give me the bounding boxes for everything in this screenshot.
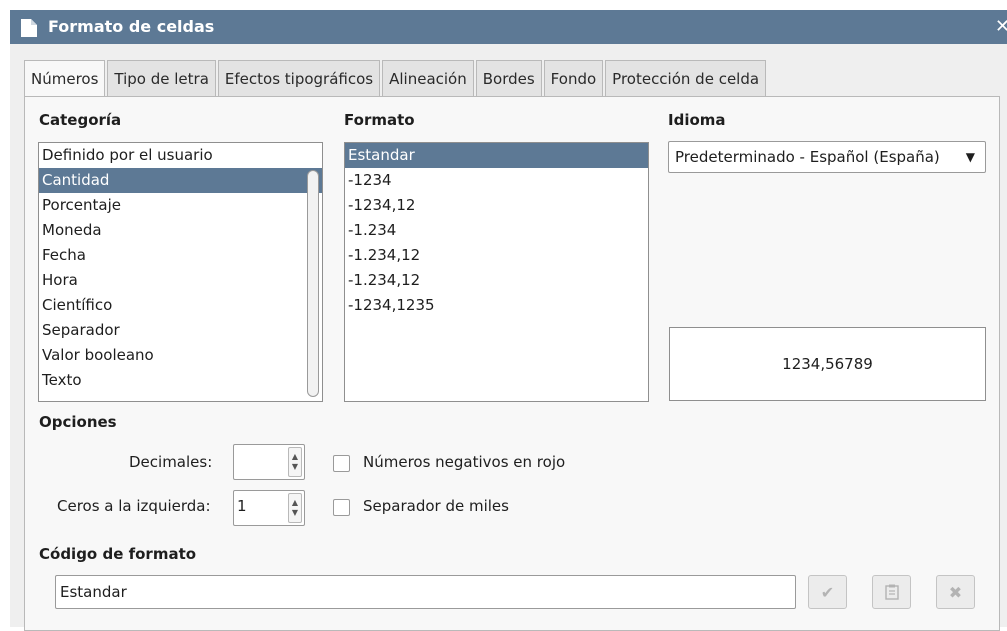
list-item-selected[interactable]: Cantidad — [39, 168, 322, 193]
spin-up-icon[interactable]: ▲ — [292, 498, 298, 508]
preview-value: 1234,56789 — [782, 355, 873, 373]
list-item[interactable]: Fecha — [39, 243, 322, 268]
list-item[interactable]: -1234 — [345, 168, 648, 193]
negative-red-checkbox[interactable] — [333, 455, 350, 472]
list-item[interactable]: Porcentaje — [39, 193, 322, 218]
leading-zeros-value: 1 — [237, 497, 247, 515]
spin-up-icon[interactable]: ▲ — [292, 452, 298, 462]
category-items: Definido por el usuario Cantidad Porcent… — [39, 143, 322, 393]
list-item[interactable]: -1234,1235 — [345, 293, 648, 318]
dialog-body: Números Tipo de letra Efectos tipográfic… — [10, 44, 1007, 631]
format-preview: 1234,56789 — [669, 327, 986, 401]
list-item[interactable]: -1234,12 — [345, 193, 648, 218]
list-item[interactable]: Definido por el usuario — [39, 143, 322, 168]
tab-numeros[interactable]: Números — [24, 60, 106, 97]
checkmark-icon: ✔ — [820, 582, 835, 602]
list-item[interactable]: Moneda — [39, 218, 322, 243]
close-icon[interactable]: ✕ — [995, 16, 1007, 38]
tab-tipo-de-letra[interactable]: Tipo de letra — [107, 60, 216, 96]
clipboard-icon — [884, 584, 899, 600]
list-item-selected[interactable]: Estandar — [345, 143, 648, 168]
tab-fondo[interactable]: Fondo — [543, 60, 604, 96]
window-title: Formato de celdas — [48, 17, 215, 36]
thousands-separator-checkbox[interactable] — [333, 499, 350, 516]
list-item[interactable]: Texto — [39, 368, 322, 393]
delete-x-icon: ✖ — [948, 582, 963, 602]
list-item[interactable]: -1.234,12 — [345, 243, 648, 268]
category-heading: Categoría — [39, 111, 122, 129]
category-scrollbar[interactable] — [307, 146, 319, 398]
scroll-thumb[interactable] — [307, 170, 319, 397]
tab-alineacion[interactable]: Alineación — [382, 60, 474, 96]
tab-efectos-tipograficos[interactable]: Efectos tipográficos — [217, 60, 381, 96]
document-icon — [21, 19, 37, 37]
leading-zeros-label: Ceros a la izquierda: — [57, 497, 211, 515]
language-heading: Idioma — [668, 111, 726, 129]
apply-format-button[interactable]: ✔ — [808, 575, 847, 609]
tab-bar: Números Tipo de letra Efectos tipográfic… — [24, 60, 768, 97]
tab-proteccion-de-celda[interactable]: Protección de celda — [605, 60, 767, 96]
leading-zeros-stepper[interactable]: 1 ▲ ▼ — [233, 490, 305, 526]
add-comment-button[interactable] — [872, 575, 911, 609]
list-item[interactable]: -1.234 — [345, 218, 648, 243]
format-code-input[interactable]: Estandar — [55, 575, 796, 609]
list-item[interactable]: Valor booleano — [39, 343, 322, 368]
list-item[interactable]: Hora — [39, 268, 322, 293]
language-select[interactable]: Predeterminado - Español (España) ▼ — [668, 141, 986, 173]
thousands-separator-label: Separador de miles — [363, 497, 509, 515]
category-list[interactable]: Definido por el usuario Cantidad Porcent… — [38, 142, 323, 402]
format-code-heading: Código de formato — [39, 545, 197, 563]
format-heading: Formato — [344, 111, 415, 129]
list-item[interactable]: Científico — [39, 293, 322, 318]
format-list[interactable]: Estandar -1234 -1234,12 -1.234 -1.234,12… — [344, 142, 649, 402]
spin-down-icon[interactable]: ▼ — [292, 508, 298, 518]
tab-bordes[interactable]: Bordes — [475, 60, 542, 96]
spin-buttons[interactable]: ▲ ▼ — [288, 447, 302, 477]
format-code-value: Estandar — [60, 583, 127, 601]
negative-red-label: Números negativos en rojo — [363, 453, 566, 471]
delete-format-button[interactable]: ✖ — [936, 575, 975, 609]
list-item[interactable]: -1.234,12 — [345, 268, 648, 293]
decimals-stepper[interactable]: ▲ ▼ — [233, 444, 305, 480]
title-bar: Formato de celdas ✕ — [10, 10, 1007, 44]
language-select-value: Predeterminado - Español (España) — [675, 148, 940, 166]
decimals-label: Decimales: — [129, 453, 213, 471]
list-item[interactable]: Separador — [39, 318, 322, 343]
spin-down-icon[interactable]: ▼ — [292, 462, 298, 472]
spin-buttons[interactable]: ▲ ▼ — [288, 493, 302, 523]
numbers-panel: Categoría Formato Idioma Definido por el… — [24, 96, 1000, 631]
dropdown-arrow-icon: ▼ — [965, 150, 975, 164]
options-heading: Opciones — [39, 413, 117, 431]
